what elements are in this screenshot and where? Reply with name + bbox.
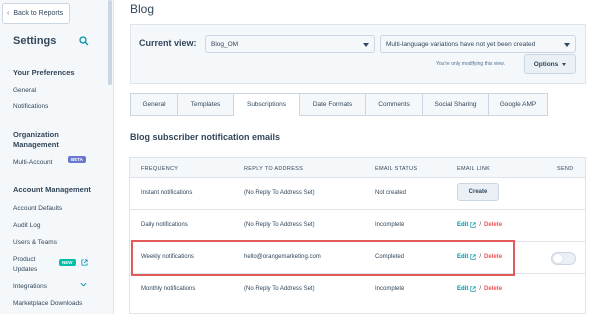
table-header: FREQUENCY REPLY TO ADDRESS EMAIL STATUS … — [130, 158, 585, 178]
header-email-status: EMAIL STATUS — [375, 166, 418, 172]
settings-tabs: General Templates Subscriptions Date For… — [130, 93, 548, 116]
external-link-icon[interactable] — [470, 222, 476, 228]
separator: / — [479, 222, 482, 228]
delete-link[interactable]: Delete — [484, 254, 502, 260]
chevron-down-icon[interactable] — [80, 281, 87, 288]
edit-link[interactable]: Edit — [457, 286, 468, 292]
sidebar-item-multi-account[interactable]: Multi-Account — [13, 158, 52, 167]
group-title-management: Management — [13, 140, 59, 149]
email-links: Edit / Delete — [457, 286, 502, 292]
frequency-cell: Daily notifications — [141, 222, 188, 228]
separator: / — [479, 254, 482, 260]
sidebar-item-audit-log[interactable]: Audit Log — [13, 221, 40, 230]
tab-date-formats[interactable]: Date Formats — [300, 93, 366, 116]
sidebar-item-product[interactable]: Product — [13, 255, 35, 264]
settings-sidebar: ‹ Back to Reports Settings Your Preferen… — [0, 0, 114, 314]
chevron-down-icon — [562, 62, 567, 66]
blog-select-value: Blog_OM — [211, 40, 239, 48]
back-to-reports-button[interactable]: ‹ Back to Reports — [2, 3, 70, 24]
status-cell: Completed — [375, 254, 405, 260]
chevron-down-icon — [363, 43, 369, 47]
new-badge: NEW — [59, 259, 76, 266]
header-reply-to: REPLY TO ADDRESS — [244, 166, 304, 172]
sidebar-item-updates[interactable]: Updates — [13, 265, 37, 274]
notification-table: FREQUENCY REPLY TO ADDRESS EMAIL STATUS … — [129, 157, 586, 314]
separator: / — [479, 286, 482, 292]
beta-badge: BETA — [68, 156, 86, 163]
frequency-cell: Weekly notifications — [141, 254, 194, 260]
sidebar-item-general[interactable]: General — [13, 86, 36, 95]
send-toggle[interactable] — [551, 252, 576, 265]
edit-link[interactable]: Edit — [457, 222, 468, 228]
blog-select[interactable]: Blog_OM — [205, 35, 375, 53]
header-send: SEND — [557, 166, 574, 172]
tab-subscriptions[interactable]: Subscriptions — [234, 93, 300, 116]
header-frequency: FREQUENCY — [141, 166, 179, 172]
external-link-icon[interactable] — [470, 254, 476, 260]
tab-general[interactable]: General — [130, 93, 178, 116]
status-cell: Incomplete — [375, 222, 405, 228]
email-links: Edit / Delete — [457, 254, 502, 260]
options-button[interactable]: Options — [524, 54, 576, 74]
sidebar-item-account-defaults[interactable]: Account Defaults — [13, 204, 62, 213]
sidebar-title: Settings — [13, 35, 57, 47]
email-links: Edit / Delete — [457, 222, 502, 228]
frequency-cell: Monthly notifications — [141, 286, 196, 292]
current-view-bar — [130, 24, 586, 84]
sidebar-item-users-teams[interactable]: Users & Teams — [13, 238, 57, 247]
reply-to-cell: (No Reply To Address Set) — [244, 286, 315, 292]
back-button-label: Back to Reports — [13, 10, 64, 17]
sidebar-item-marketplace-downloads[interactable]: Marketplace Downloads — [13, 299, 82, 308]
delete-link[interactable]: Delete — [484, 222, 502, 228]
current-view-label: Current view: — [139, 38, 197, 48]
language-select-value: Multi-language variations have not yet b… — [386, 40, 536, 48]
reply-to-cell: (No Reply To Address Set) — [244, 190, 315, 196]
group-title-organization: Organization — [13, 130, 59, 139]
toggle-knob — [553, 254, 563, 263]
group-title-account-management: Account Management — [13, 185, 91, 194]
edit-link[interactable]: Edit — [457, 254, 468, 260]
status-cell: Not created — [375, 190, 407, 196]
status-cell: Incomplete — [375, 286, 405, 292]
section-title: Blog subscriber notification emails — [130, 132, 281, 142]
table-row: Daily notifications (No Reply To Address… — [130, 210, 585, 242]
tab-templates[interactable]: Templates — [178, 93, 234, 116]
table-row: Weekly notifications hello@orangemarketi… — [130, 242, 585, 274]
create-button[interactable]: Create — [457, 183, 499, 201]
chevron-left-icon: ‹ — [7, 10, 10, 17]
modify-note: You're only modifying this view. — [436, 61, 505, 67]
sidebar-item-integrations[interactable]: Integrations — [13, 282, 47, 291]
table-row: Monthly notifications (No Reply To Addre… — [130, 274, 585, 306]
page-title: Blog — [130, 2, 155, 16]
sidebar-scrollbar[interactable] — [108, 0, 112, 85]
delete-link[interactable]: Delete — [484, 286, 502, 292]
group-title-preferences: Your Preferences — [13, 68, 75, 77]
table-row: Instant notifications (No Reply To Addre… — [130, 178, 585, 210]
options-label: Options — [533, 60, 559, 68]
language-select[interactable]: Multi-language variations have not yet b… — [380, 35, 576, 53]
chevron-down-icon — [564, 43, 570, 47]
external-link-icon — [81, 259, 88, 266]
reply-to-cell: (No Reply To Address Set) — [244, 222, 315, 228]
sidebar-item-notifications[interactable]: Notifications — [13, 102, 48, 111]
search-icon[interactable] — [79, 36, 89, 46]
frequency-cell: Instant notifications — [141, 190, 193, 196]
tab-google-amp[interactable]: Google AMP — [489, 93, 548, 116]
header-email-link: EMAIL LINK — [457, 166, 491, 172]
external-link-icon[interactable] — [470, 286, 476, 292]
reply-to-cell: hello@orangemarketing.com — [244, 254, 321, 260]
tab-comments[interactable]: Comments — [366, 93, 423, 116]
tab-social-sharing[interactable]: Social Sharing — [423, 93, 489, 116]
